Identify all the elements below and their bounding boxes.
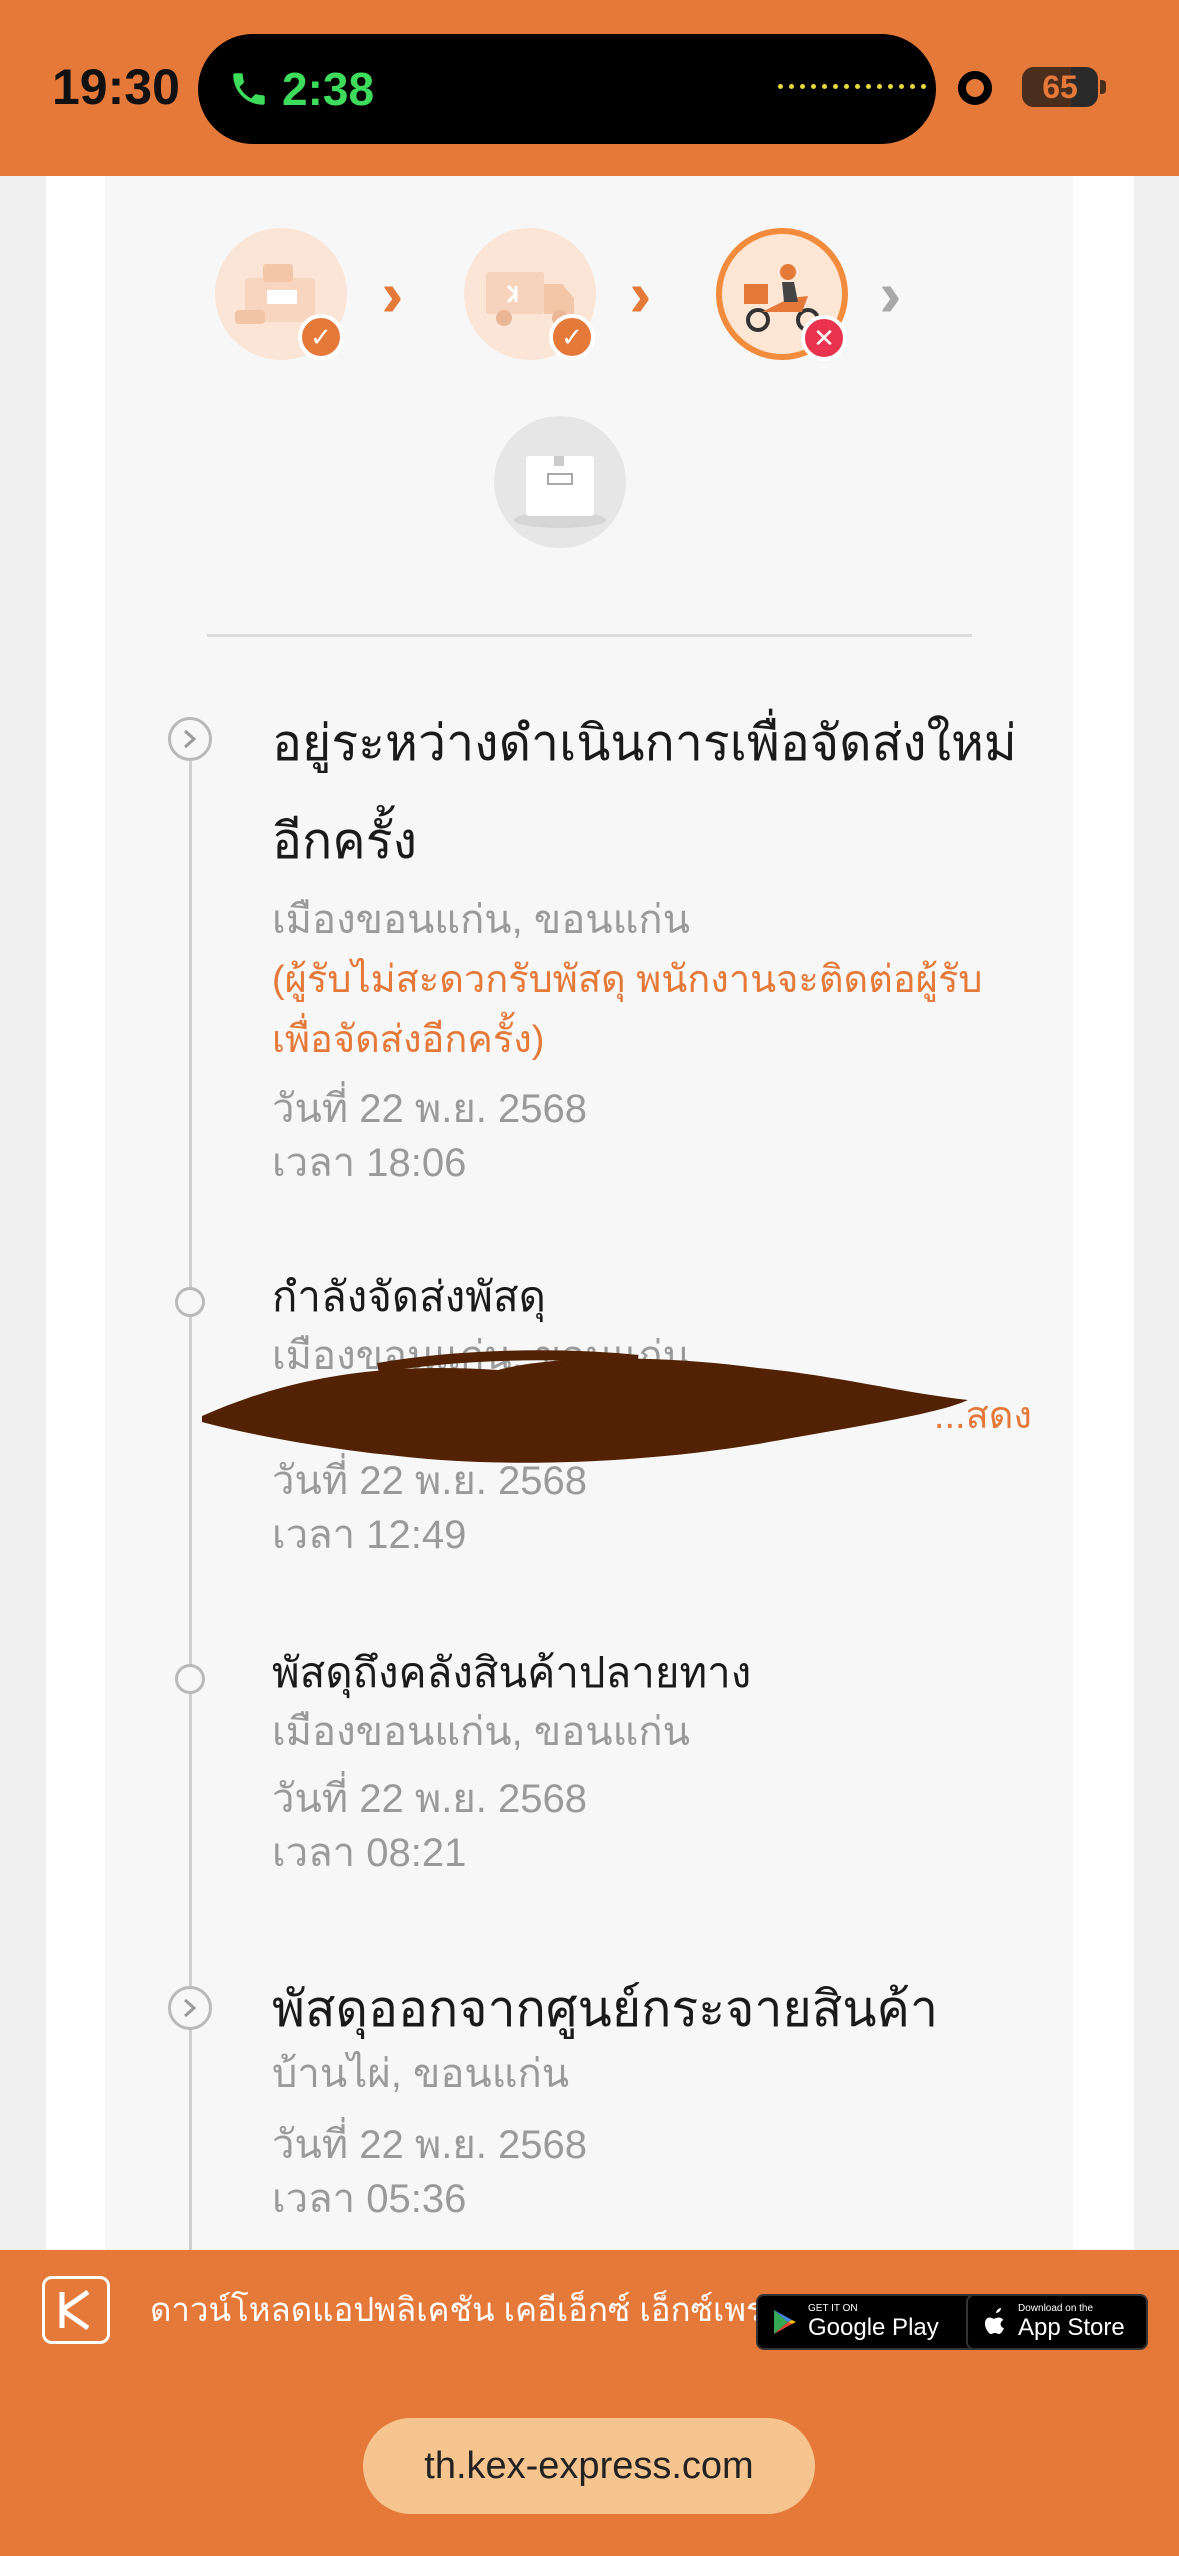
timeline-dot: [175, 1664, 205, 1694]
event-date: วันที่ 22 พ.ย. 2568: [272, 1777, 588, 1821]
event-time: เวลา 12:49: [272, 1513, 467, 1557]
event-time: เวลา 18:06: [272, 1141, 467, 1185]
timeline-dot: [175, 1287, 205, 1317]
kex-logo-icon[interactable]: [42, 2276, 110, 2344]
event-title: พัสดุถึงคลังสินค้าปลายทาง: [272, 1649, 752, 1696]
phone-icon: [233, 73, 265, 105]
step-pickup-check-icon: ✓: [298, 314, 344, 360]
event-location: เมืองขอนแก่น, ขอนแก่น: [272, 1710, 690, 1754]
call-duration: 2:38: [282, 63, 375, 115]
recording-indicator-icon: [958, 71, 992, 105]
event-title: กำลังจัดส่งพัสดุ: [272, 1273, 546, 1320]
event-date: วันที่ 22 พ.ย. 2568: [272, 1087, 588, 1131]
dynamic-island[interactable]: 2:38: [198, 34, 936, 144]
event-time: เวลา 08:21: [272, 1831, 467, 1875]
app-store-label: App Store: [1018, 2314, 1125, 2341]
event-title: พัสดุออกจากศูนย์กระจายสินค้า: [272, 1981, 939, 2037]
event-title: อยู่ระหว่างดำเนินการเพื่อจัดส่งใหม่อีกคร…: [272, 715, 1017, 869]
step-failed-x-icon: ✕: [801, 315, 847, 361]
divider: [207, 634, 972, 637]
audio-waveform: [778, 84, 926, 89]
step-in-transit-check-icon: ✓: [549, 314, 595, 360]
status-bar: 19:30 2:38 65: [0, 0, 1179, 176]
event-location: เมืองขอนแก่น, ขอนแก่น: [272, 898, 690, 942]
apple-icon: [984, 2308, 1004, 2334]
timeline-event: พัสดุถึงคลังสินค้าปลายทาง เมืองขอนแก่น, …: [272, 1644, 1032, 1880]
battery-level: 65: [1042, 69, 1078, 105]
google-play-label: Google Play: [808, 2314, 939, 2341]
timeline-expand-icon[interactable]: [168, 717, 212, 761]
timeline-event: พัสดุออกจากศูนย์กระจายสินค้า บ้านไผ่, ขอ…: [272, 1974, 1032, 2226]
box-icon: [514, 456, 606, 528]
google-play-icon: [774, 2310, 796, 2334]
timeline-event: อยู่ระหว่างดำเนินการเพื่อจัดส่งใหม่อีกคร…: [272, 694, 1032, 1190]
event-time: เวลา 05:36: [272, 2177, 467, 2221]
clock: 19:30: [52, 59, 180, 115]
redaction-scribble: [202, 1350, 968, 1463]
battery-nub: [1100, 80, 1106, 94]
google-play-button[interactable]: GET IT ON Google Play: [756, 2294, 982, 2350]
event-location: บ้านไผ่, ขอนแก่น: [272, 2052, 570, 2096]
app-store-button[interactable]: Download on the App Store: [966, 2294, 1148, 2350]
address-bar[interactable]: th.kex-express.com: [363, 2418, 815, 2514]
event-date: วันที่ 22 พ.ย. 2568: [272, 2123, 588, 2167]
download-app-text: ดาวน์โหลดแอปพลิเคชัน เคอีเอ็กซ์ เอ็กซ์เพ…: [150, 2291, 784, 2328]
call-indicator[interactable]: 2:38: [228, 62, 374, 116]
battery-icon: 65: [1022, 67, 1098, 107]
step-delivered: [494, 416, 626, 548]
footer-banner: ดาวน์โหลดแอปพลิเคชัน เคอีเอ็กซ์ เอ็กซ์เพ…: [0, 2250, 1179, 2556]
event-note: (ผู้รับไม่สะดวกรับพัสดุ พนักงานจะติดต่อผ…: [272, 959, 983, 1061]
timeline-expand-icon[interactable]: [168, 1986, 212, 2030]
